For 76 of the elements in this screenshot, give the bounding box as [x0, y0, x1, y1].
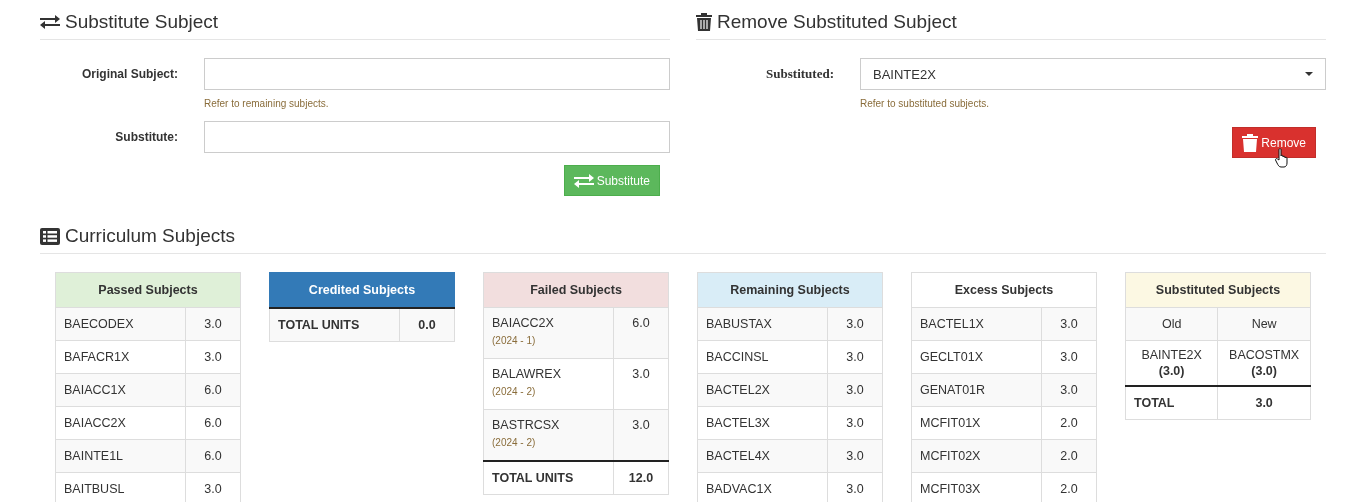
subject-code: BAIACC2X	[492, 316, 554, 330]
table-cell: 6.0	[185, 406, 241, 440]
table-cell: 3.0	[1041, 307, 1097, 341]
table-cell: BACTEL1X	[911, 307, 1042, 341]
field-label: Substitute:	[114, 129, 178, 146]
table-cell: BACTEL3X	[697, 406, 828, 440]
table-cell: 3.0	[185, 340, 241, 374]
exchange-icon	[40, 14, 60, 30]
section-title: Curriculum Subjects	[65, 225, 235, 247]
trash-icon	[696, 13, 712, 31]
table-cell: 3.0	[827, 373, 883, 407]
table-cell: MCFIT01X	[911, 406, 1042, 440]
section-title: Substitute Subject	[65, 11, 219, 33]
subject-code: BALAWREX	[492, 367, 561, 381]
table-cell: BAECODEX	[55, 307, 186, 341]
term-label: (2024 - 2)	[492, 437, 537, 448]
table-header: Excess Subjects	[911, 272, 1097, 308]
table-cell: 6.0	[613, 307, 669, 359]
input-field[interactable]	[204, 121, 670, 153]
table-cell: MCFIT03X	[911, 472, 1042, 502]
table-cell: 3.0	[1217, 386, 1311, 420]
subject-code: BASTRCSX	[492, 418, 560, 432]
table-cell: TOTAL	[1125, 386, 1218, 420]
field-label: Substituted:	[765, 65, 834, 83]
table-cell: BAFACR1X	[55, 340, 186, 374]
table-cell: BAIACC1X	[55, 373, 186, 407]
field-label: Original Subject:	[81, 66, 178, 83]
table-cell: 3.0	[185, 307, 241, 341]
table-header: Failed Subjects	[483, 272, 669, 308]
table-cell: BAINTE1L	[55, 439, 186, 473]
table-cell: 2.0	[1041, 406, 1097, 440]
table-cell: BABUSTAX	[697, 307, 828, 341]
table-cell: BACTEL4X	[697, 439, 828, 473]
exchange-icon	[573, 172, 594, 189]
table-cell: 3.0	[827, 439, 883, 473]
table-cell: GENAT01R	[911, 373, 1042, 407]
table-cell: 6.0	[185, 439, 241, 473]
table-cell: BACTEL2X	[697, 373, 828, 407]
help-text: Refer to substituted subjects.	[860, 98, 990, 109]
table-cell: MCFIT02X	[911, 439, 1042, 473]
list-icon	[40, 227, 60, 245]
table-cell: GECLT01X	[911, 340, 1042, 374]
column-header: Old	[1125, 307, 1218, 341]
table-cell: BAINTE2X (3.0)	[1125, 340, 1218, 386]
term-label: (2024 - 1)	[492, 335, 537, 346]
substitute-button[interactable]: Substitute	[563, 165, 660, 196]
table-cell: TOTAL UNITS	[483, 461, 614, 495]
table-cell: 3.0	[827, 307, 883, 341]
table-cell: 0.0	[399, 308, 455, 342]
table-cell: TOTAL UNITS	[269, 308, 400, 342]
table-cell: BAITBUSL	[55, 472, 186, 502]
table-header: Passed Subjects	[55, 272, 241, 308]
table-cell: BAIACC2X	[55, 406, 186, 440]
table-cell: 3.0	[827, 340, 883, 374]
table-cell: 3.0	[1041, 340, 1097, 374]
table-cell: 2.0	[1041, 439, 1097, 473]
help-text: Refer to remaining subjects.	[204, 98, 330, 109]
table-cell: 3.0	[1041, 373, 1097, 407]
table-cell: BADVAC1X	[697, 472, 828, 502]
table-header: Substituted Subjects	[1125, 272, 1311, 308]
table-cell: 3.0	[613, 358, 669, 410]
table-cell: BACCINSL	[697, 340, 828, 374]
select-field[interactable]: BAINTE2X	[860, 58, 1326, 90]
table-cell: 12.0	[613, 461, 669, 495]
input-field[interactable]	[204, 58, 670, 90]
section-title: Remove Substituted Subject	[717, 11, 957, 33]
trash-icon	[1242, 133, 1259, 152]
pointer-cursor-icon	[1275, 148, 1290, 168]
term-label: (2024 - 2)	[492, 386, 537, 397]
table-cell: 6.0	[185, 373, 241, 407]
column-header: New	[1217, 307, 1311, 341]
table-cell: 3.0	[613, 409, 669, 461]
table-cell: 3.0	[827, 406, 883, 440]
table-header: Credited Subjects	[269, 272, 455, 308]
caret-icon	[1305, 72, 1313, 76]
table-header: Remaining Subjects	[697, 272, 883, 308]
